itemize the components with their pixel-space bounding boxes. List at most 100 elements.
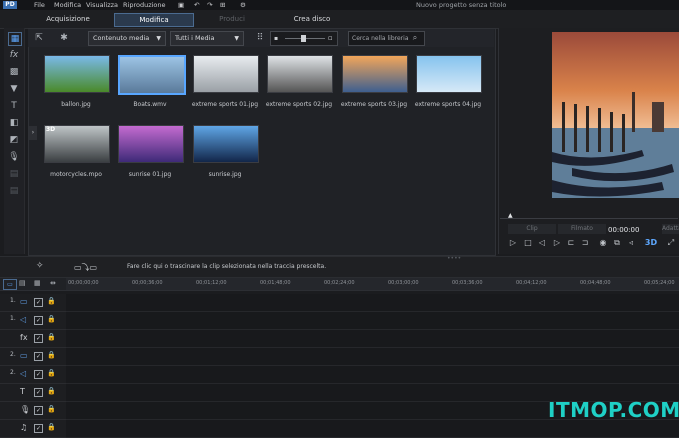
storyboard-view-icon[interactable]: ▤ — [19, 279, 26, 287]
media-thumbnail-label: motorcycles.mpo — [50, 171, 102, 178]
save-icon[interactable]: ▣ — [178, 0, 184, 10]
track-number: 1. — [10, 297, 16, 304]
lock-icon[interactable]: 🔒 — [47, 369, 56, 377]
media-thumbnail[interactable]: 3D — [44, 125, 110, 163]
menu-riproduzione[interactable]: Riproduzione — [123, 0, 166, 10]
track-lane[interactable] — [66, 366, 679, 384]
tab-crea-disco[interactable]: Crea disco — [272, 13, 352, 25]
lock-icon[interactable]: 🔒 — [47, 297, 56, 305]
settings-icon[interactable]: ⚙ — [240, 0, 246, 10]
track-manager-icon[interactable]: ▦ — [34, 279, 41, 287]
fx-room-icon[interactable]: fx — [8, 49, 20, 61]
undo-icon[interactable]: ↶ — [194, 0, 199, 10]
next-frame-icon[interactable]: ▷ — [552, 238, 562, 248]
mark-in-icon[interactable]: ⊏ — [566, 238, 576, 248]
title-track-icon: T — [20, 387, 25, 396]
clip-mode-button[interactable]: Clip — [508, 224, 556, 234]
tab-acquisizione[interactable]: Acquisizione — [28, 13, 108, 25]
media-room-icon[interactable]: ▦ — [8, 32, 22, 46]
maximize-preview-icon[interactable]: ⤢ — [666, 238, 676, 248]
track-header: 1. ▭ ✓ 🔒 — [0, 294, 66, 312]
magic-tools-icon[interactable]: ✧ — [36, 261, 44, 271]
media-thumbnail-label: Boats.wmv — [133, 101, 167, 108]
scrub-track[interactable] — [500, 218, 678, 219]
splitter-handle[interactable]: •••• — [447, 255, 461, 262]
track-enable-checkbox[interactable]: ✓ — [34, 316, 43, 325]
track-lane[interactable] — [66, 312, 679, 330]
detach-preview-icon[interactable]: ⧉ — [612, 238, 622, 248]
thumbnail-size-slider[interactable]: ▪ ▫ — [270, 31, 338, 46]
movie-mode-button[interactable]: Filmato — [558, 224, 606, 234]
lock-icon[interactable]: 🔒 — [47, 387, 56, 395]
track-enable-checkbox[interactable]: ✓ — [34, 298, 43, 307]
lock-icon[interactable]: 🔒 — [47, 423, 56, 431]
title-room-icon[interactable]: T — [8, 100, 20, 112]
track-lane[interactable] — [66, 420, 679, 438]
menu-modifica[interactable]: Modifica — [54, 0, 81, 10]
track-lane[interactable] — [66, 330, 679, 348]
media-filter-dropdown[interactable]: Tutti i Media ▼ — [170, 31, 244, 46]
track-header: 1. ◁ ✓ 🔒 — [0, 312, 66, 330]
track-enable-checkbox[interactable]: ✓ — [34, 388, 43, 397]
chapter-room-icon[interactable]: ▤ — [8, 168, 20, 180]
menu-visualizza[interactable]: Visualizza — [86, 0, 118, 10]
media-thumbnail[interactable] — [193, 125, 259, 163]
voice-over-icon[interactable]: 🎙 — [8, 151, 20, 163]
track-lane[interactable] — [66, 294, 679, 312]
ruler-tick-label: 00;03;00;00 — [388, 280, 419, 286]
snapshot-icon[interactable]: ◉ — [598, 238, 608, 248]
subtitle-room-icon[interactable]: ▤ — [8, 185, 20, 197]
slider-thumb[interactable] — [301, 35, 306, 42]
track-enable-checkbox[interactable]: ✓ — [34, 370, 43, 379]
watermark-text: ITMOP.COM — [548, 398, 679, 422]
track-lane[interactable] — [66, 348, 679, 366]
particle-room-icon[interactable]: ▼ — [8, 83, 20, 95]
media-type-dropdown[interactable]: Contenuto media ▼ — [88, 31, 166, 46]
media-thumbnail[interactable] — [267, 55, 333, 93]
mark-out-icon[interactable]: ⊐ — [580, 238, 590, 248]
plugin-icon[interactable]: ✱ — [58, 32, 70, 44]
fullscreen-icon[interactable]: ⊞ — [220, 0, 225, 10]
lock-icon[interactable]: 🔒 — [47, 315, 56, 323]
redo-icon[interactable]: ↷ — [207, 0, 212, 10]
tab-produci[interactable]: Produci — [200, 13, 264, 25]
media-thumbnail[interactable] — [342, 55, 408, 93]
fit-timeline-icon[interactable]: ⇹ — [50, 279, 56, 287]
project-title: Nuovo progetto senza titolo — [416, 1, 507, 9]
media-thumbnail[interactable] — [118, 125, 184, 163]
volume-icon[interactable]: ◃ — [626, 238, 636, 248]
track-enable-checkbox[interactable]: ✓ — [34, 406, 43, 415]
media-thumbnail-label: extreme sports 01.jpg — [191, 101, 259, 108]
voice-track-icon: 🎙 — [20, 405, 31, 414]
lock-icon[interactable]: 🔒 — [47, 333, 56, 341]
track-header: fx ✓ 🔒 — [0, 330, 66, 348]
search-icon[interactable]: ⌕ — [410, 32, 420, 44]
media-thumbnail[interactable] — [193, 55, 259, 93]
track-enable-checkbox[interactable]: ✓ — [34, 424, 43, 433]
grid-view-icon[interactable]: ⠿ — [254, 32, 266, 44]
lock-icon[interactable]: 🔒 — [47, 405, 56, 413]
tab-modifica[interactable]: Modifica — [114, 13, 194, 27]
insert-track-icon[interactable]: ▭⤵▭ — [74, 262, 97, 273]
timeline-view-icon[interactable]: ▭ — [3, 279, 17, 290]
track-number: 2. — [10, 351, 16, 358]
3d-mode-icon[interactable]: 3D — [644, 238, 658, 248]
transition-room-icon[interactable]: ◧ — [8, 117, 20, 129]
play-icon[interactable]: ▷ — [508, 238, 518, 248]
lock-icon[interactable]: 🔒 — [47, 351, 56, 359]
media-thumbnail[interactable] — [44, 55, 110, 93]
media-thumbnail[interactable] — [118, 55, 186, 95]
fit-dropdown[interactable]: Adatta — [662, 224, 679, 234]
media-thumbnail[interactable] — [416, 55, 482, 93]
prev-frame-icon[interactable]: ◁ — [537, 238, 547, 248]
track-enable-checkbox[interactable]: ✓ — [34, 334, 43, 343]
music-track-icon: ♫ — [20, 423, 28, 432]
import-media-icon[interactable]: ⇱ — [33, 32, 45, 44]
menu-file[interactable]: File — [34, 0, 45, 10]
track-enable-checkbox[interactable]: ✓ — [34, 352, 43, 361]
audio-mixing-icon[interactable]: ◩ — [8, 134, 20, 146]
stop-icon[interactable]: □ — [523, 238, 533, 248]
expand-panel-icon[interactable]: › — [29, 126, 37, 140]
ruler-tick-label: 00;04;48;00 — [580, 280, 611, 286]
pip-room-icon[interactable]: ▩ — [8, 66, 20, 78]
